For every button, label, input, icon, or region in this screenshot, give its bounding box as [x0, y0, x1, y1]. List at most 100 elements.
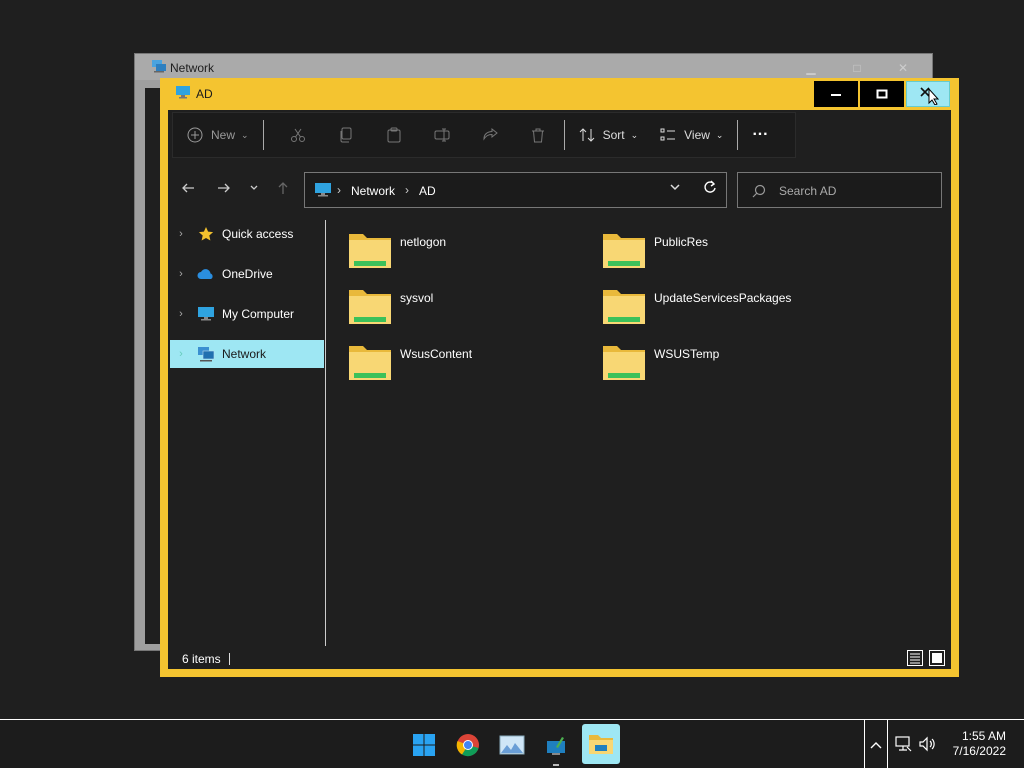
share-button[interactable]: [466, 112, 514, 158]
folder-item[interactable]: WsusContent: [348, 342, 472, 382]
chevron-right-icon: ›: [337, 183, 341, 197]
chevron-right-icon[interactable]: ›: [170, 348, 192, 360]
folder-name: PublicRes: [654, 235, 709, 249]
scissors-icon: [290, 128, 305, 142]
delete-button[interactable]: [514, 112, 562, 158]
show-hidden-icons-button[interactable]: [864, 720, 888, 768]
background-window-titlebar[interactable]: Network ▁ □ ✕: [135, 54, 932, 80]
forward-button[interactable]: [212, 176, 236, 200]
nav-item-network[interactable]: › Network: [170, 340, 324, 368]
plus-circle-icon: [187, 127, 203, 143]
chevron-up-icon: [870, 741, 882, 748]
trash-icon: [531, 128, 544, 143]
status-divider: [228, 653, 230, 665]
large-icons-view-button[interactable]: [929, 650, 945, 671]
nav-item-onedrive[interactable]: › OneDrive: [170, 260, 324, 288]
windows-logo-icon: [413, 734, 435, 756]
chevron-right-icon[interactable]: ›: [170, 308, 192, 320]
folder-icon: [349, 346, 391, 380]
sort-button[interactable]: Sort ⌄: [575, 112, 639, 158]
folder-name: WSUSTemp: [654, 347, 720, 361]
nav-item-my-computer[interactable]: › My Computer: [170, 300, 324, 328]
start-button[interactable]: [408, 729, 440, 761]
window-titlebar[interactable]: AD: [160, 78, 959, 110]
system-clock[interactable]: 1:55 AM 7/16/2022: [940, 729, 1006, 759]
taskbar-app[interactable]: [540, 729, 572, 766]
taskbar-photos[interactable]: [496, 729, 528, 761]
large-icons-view-icon: [929, 650, 945, 666]
folder-item[interactable]: sysvol: [348, 286, 433, 326]
folder-name: netlogon: [400, 235, 447, 249]
recent-locations-button[interactable]: [242, 176, 266, 200]
maximize-icon[interactable]: □: [835, 56, 879, 80]
chevron-down-icon: ⌄: [715, 129, 724, 140]
address-dropdown-button[interactable]: [669, 181, 681, 196]
search-icon: [752, 184, 766, 203]
copy-button[interactable]: [322, 112, 370, 158]
network-icon: [194, 346, 218, 362]
network-icon: [151, 59, 167, 78]
computer-icon: [194, 306, 218, 322]
chevron-right-icon: ›: [405, 183, 409, 197]
address-bar[interactable]: › Network › AD: [304, 172, 727, 208]
back-button[interactable]: [176, 176, 200, 200]
chevron-right-icon[interactable]: ›: [170, 228, 192, 240]
minimize-icon[interactable]: ▁: [789, 56, 833, 80]
folder-name: WsusContent: [400, 347, 473, 361]
maximize-button[interactable]: [860, 81, 904, 107]
command-bar: New ⌄ Sort ⌄ View ⌄ ···: [172, 112, 796, 158]
taskbar-chrome[interactable]: [452, 729, 484, 761]
folder-icon: [349, 234, 391, 268]
cut-button[interactable]: [274, 112, 322, 158]
file-explorer-window: AD New ⌄ Sort ⌄ View ⌄ ··· › Network › A…: [160, 78, 959, 677]
paste-button[interactable]: [370, 112, 418, 158]
view-button[interactable]: View ⌄: [638, 112, 723, 158]
minimize-button[interactable]: [814, 81, 858, 107]
breadcrumb-network[interactable]: Network: [351, 184, 395, 198]
folder-item[interactable]: UpdateServicesPackages: [602, 286, 791, 326]
breadcrumb-ad[interactable]: AD: [419, 184, 436, 198]
refresh-button[interactable]: [703, 180, 717, 197]
volume-icon[interactable]: [918, 735, 936, 758]
more-options-button[interactable]: ···: [748, 112, 768, 158]
sort-icon: [579, 128, 594, 142]
navigation-pane: › Quick access › OneDrive › My Computer: [168, 220, 326, 640]
clock-time: 1:55 AM: [961, 729, 1006, 743]
new-button[interactable]: New ⌄: [173, 112, 249, 158]
folder-item[interactable]: WSUSTemp: [602, 342, 719, 382]
share-icon: [483, 127, 498, 141]
toolbar-divider: [262, 120, 264, 150]
chevron-down-icon: ⌄: [241, 129, 249, 140]
close-icon[interactable]: ✕: [881, 56, 925, 80]
search-box[interactable]: Search AD: [737, 172, 942, 208]
taskbar: 1:55 AM 7/16/2022: [0, 719, 1024, 768]
chevron-right-icon[interactable]: ›: [170, 268, 192, 280]
status-bar: 6 items: [182, 652, 230, 666]
taskbar-file-explorer[interactable]: [582, 724, 620, 764]
remote-desktop-icon: [547, 737, 565, 755]
rename-button[interactable]: [418, 112, 466, 158]
close-button[interactable]: [906, 81, 950, 107]
new-label: New: [211, 128, 236, 142]
details-view-button[interactable]: [907, 650, 923, 671]
copy-icon: [340, 127, 352, 143]
folder-icon: [603, 234, 645, 268]
nav-item-quick-access[interactable]: › Quick access: [170, 220, 324, 248]
network-status-icon[interactable]: [894, 735, 912, 758]
chevron-down-icon: [250, 185, 258, 190]
folder-item[interactable]: netlogon: [348, 230, 446, 270]
pane-divider[interactable]: [325, 220, 326, 646]
cloud-icon: [194, 268, 218, 280]
clipboard-icon: [387, 127, 401, 143]
window-body: New ⌄ Sort ⌄ View ⌄ ··· › Network › AD S…: [168, 110, 951, 669]
file-explorer-icon: [589, 735, 613, 754]
folder-item[interactable]: PublicRes: [602, 230, 708, 270]
photos-icon: [499, 735, 525, 755]
star-icon: [194, 226, 218, 242]
search-input[interactable]: Search AD: [779, 184, 836, 198]
arrow-left-icon: [182, 183, 194, 193]
chevron-down-icon: ⌄: [630, 129, 639, 140]
up-button[interactable]: [271, 176, 295, 200]
close-icon: [920, 87, 940, 105]
chevron-down-icon: [670, 184, 680, 191]
